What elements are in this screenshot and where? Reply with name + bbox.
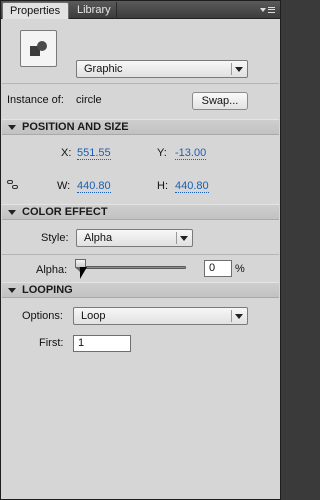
y-value[interactable]: -13.00 (175, 147, 207, 160)
options-select[interactable]: Loop (73, 307, 248, 325)
alpha-slider-track[interactable] (76, 266, 186, 269)
instance-of-label: Instance of: (7, 94, 64, 106)
first-frame-input[interactable]: 1 (73, 335, 131, 352)
style-select[interactable]: Alpha (76, 229, 193, 247)
x-value[interactable]: 551.55 (77, 147, 111, 160)
y-label: Y: (157, 147, 167, 159)
section-title: COLOR EFFECT (22, 206, 108, 218)
section-position-and-size[interactable]: POSITION AND SIZE (2, 119, 279, 135)
options-label: Options: (22, 310, 63, 322)
instance-name: circle (76, 94, 102, 106)
section-color-effect[interactable]: COLOR EFFECT (2, 204, 279, 220)
panel-menu-icon[interactable] (260, 4, 275, 16)
symbol-type-value: Graphic (84, 63, 123, 75)
h-value[interactable]: 440.80 (175, 180, 209, 193)
first-label: First: (39, 337, 64, 349)
chevron-down-icon (235, 67, 243, 72)
style-label: Style: (41, 232, 69, 244)
section-title: POSITION AND SIZE (22, 121, 129, 133)
alpha-label: Alpha: (36, 264, 68, 276)
swap-button[interactable]: Swap... (192, 92, 248, 110)
section-title: LOOPING (22, 284, 73, 296)
divider (2, 83, 279, 84)
lock-proportions-icon[interactable] (6, 178, 20, 192)
chevron-down-icon (235, 314, 243, 319)
options-value: Loop (81, 310, 106, 322)
alpha-input[interactable]: 0 (204, 260, 232, 277)
alpha-unit: % (235, 263, 245, 275)
symbol-type-select[interactable]: Graphic (76, 60, 248, 78)
x-label: X: (61, 147, 72, 159)
collapse-triangle-icon (8, 125, 16, 130)
mouse-cursor-icon (80, 267, 90, 283)
h-label: H: (157, 180, 168, 192)
graphic-symbol-icon (20, 30, 57, 67)
tab-properties[interactable]: Properties (2, 2, 69, 19)
divider (2, 254, 279, 255)
w-value[interactable]: 440.80 (77, 180, 111, 193)
collapse-triangle-icon (8, 210, 16, 215)
style-value: Alpha (84, 232, 113, 244)
collapse-triangle-icon (8, 288, 16, 293)
tab-library[interactable]: Library (70, 2, 117, 19)
w-label: W: (57, 180, 71, 192)
chevron-down-icon (180, 236, 188, 241)
properties-panel: Properties Library Graphic Instance of: … (0, 0, 281, 500)
section-looping[interactable]: LOOPING (2, 282, 279, 298)
tab-bar: Properties Library (1, 1, 280, 19)
